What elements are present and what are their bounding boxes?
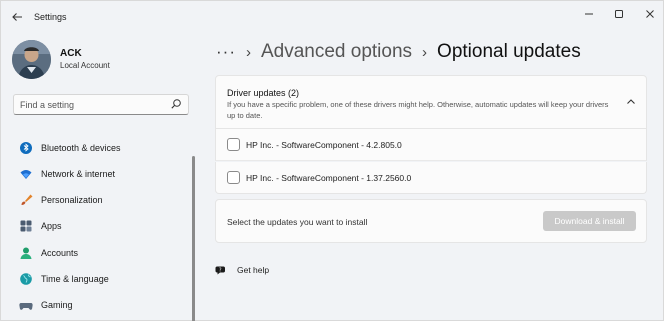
- profile-name: ACK: [60, 48, 82, 59]
- sidebar-item-apps[interactable]: Apps: [13, 215, 183, 237]
- sidebar-item-accounts[interactable]: Accounts: [13, 242, 183, 264]
- breadcrumb-advanced-options[interactable]: Advanced options: [261, 41, 412, 63]
- sidebar-item-label: Accounts: [41, 248, 79, 258]
- driver-updates-description: If you have a specific problem, one of t…: [227, 100, 609, 120]
- accounts-icon: [18, 245, 34, 261]
- driver-updates-expander[interactable]: Driver updates (2) If you have a specifi…: [215, 75, 647, 129]
- get-help-label: Get help: [237, 265, 270, 275]
- sidebar-item-gaming[interactable]: Gaming: [13, 294, 183, 316]
- search-icon[interactable]: [170, 98, 182, 110]
- user-photo-icon: [12, 40, 51, 79]
- install-card: Select the updates you want to install D…: [215, 199, 647, 243]
- page-title: Optional updates: [437, 41, 581, 62]
- account-type: Local Account: [60, 61, 110, 70]
- sidebar-item-label: Gaming: [41, 300, 73, 310]
- back-button[interactable]: [7, 7, 27, 27]
- close-icon: [646, 10, 654, 18]
- svg-text:?: ?: [219, 267, 222, 273]
- search-input[interactable]: [20, 98, 170, 112]
- wifi-icon: [18, 166, 34, 182]
- sidebar-item-label: Bluetooth & devices: [41, 143, 121, 153]
- minimize-button[interactable]: [574, 3, 604, 25]
- maximize-button[interactable]: [604, 3, 634, 25]
- sidebar-item-label: Personalization: [41, 195, 103, 205]
- close-button[interactable]: [635, 3, 664, 25]
- title-bar: Settings: [1, 1, 664, 33]
- apps-icon: [18, 218, 34, 234]
- sidebar-item-label: Network & internet: [41, 169, 116, 179]
- bluetooth-icon: [18, 140, 34, 156]
- sidebar-item-network[interactable]: Network & internet: [13, 163, 183, 185]
- gaming-icon: [18, 297, 34, 313]
- minimize-icon: [585, 13, 593, 15]
- search-box[interactable]: [13, 94, 189, 115]
- sidebar-item-bluetooth[interactable]: Bluetooth & devices: [13, 137, 183, 159]
- sidebar-item-personalization[interactable]: Personalization: [13, 189, 183, 211]
- sidebar-scrollbar[interactable]: [192, 156, 195, 321]
- breadcrumb: ··· › Advanced options › Optional update…: [216, 39, 581, 65]
- driver-checkbox[interactable]: [227, 138, 240, 151]
- back-arrow-icon: [12, 13, 22, 21]
- list-item[interactable]: HP Inc. - SoftwareComponent - 4.2.805.0: [215, 129, 647, 161]
- app-title: Settings: [34, 12, 67, 22]
- driver-checkbox[interactable]: [227, 171, 240, 184]
- help-icon: ?: [215, 266, 225, 275]
- list-item[interactable]: HP Inc. - SoftwareComponent - 1.37.2560.…: [215, 162, 647, 194]
- driver-updates-title: Driver updates (2): [227, 88, 300, 98]
- get-help-link[interactable]: ? Get help: [215, 264, 269, 276]
- sidebar-item-label: Time & language: [41, 274, 109, 284]
- sidebar-item-time-language[interactable]: Time & language: [13, 268, 183, 290]
- chevron-right-icon: ›: [422, 43, 428, 61]
- maximize-icon: [615, 10, 623, 18]
- breadcrumb-overflow-button[interactable]: ···: [216, 42, 236, 62]
- chevron-right-icon: ›: [245, 43, 251, 61]
- download-install-button[interactable]: Download & install: [543, 211, 636, 231]
- settings-window: Settings ACK Local Account Find a settin…: [0, 0, 664, 321]
- chevron-up-icon[interactable]: [626, 97, 636, 107]
- avatar[interactable]: [12, 40, 51, 79]
- brush-icon: [18, 192, 34, 208]
- driver-label: HP Inc. - SoftwareComponent - 1.37.2560.…: [246, 173, 412, 183]
- globe-icon: [18, 271, 34, 287]
- install-prompt: Select the updates you want to install: [227, 217, 368, 227]
- sidebar-item-label: Apps: [41, 221, 62, 231]
- driver-label: HP Inc. - SoftwareComponent - 4.2.805.0: [246, 140, 402, 150]
